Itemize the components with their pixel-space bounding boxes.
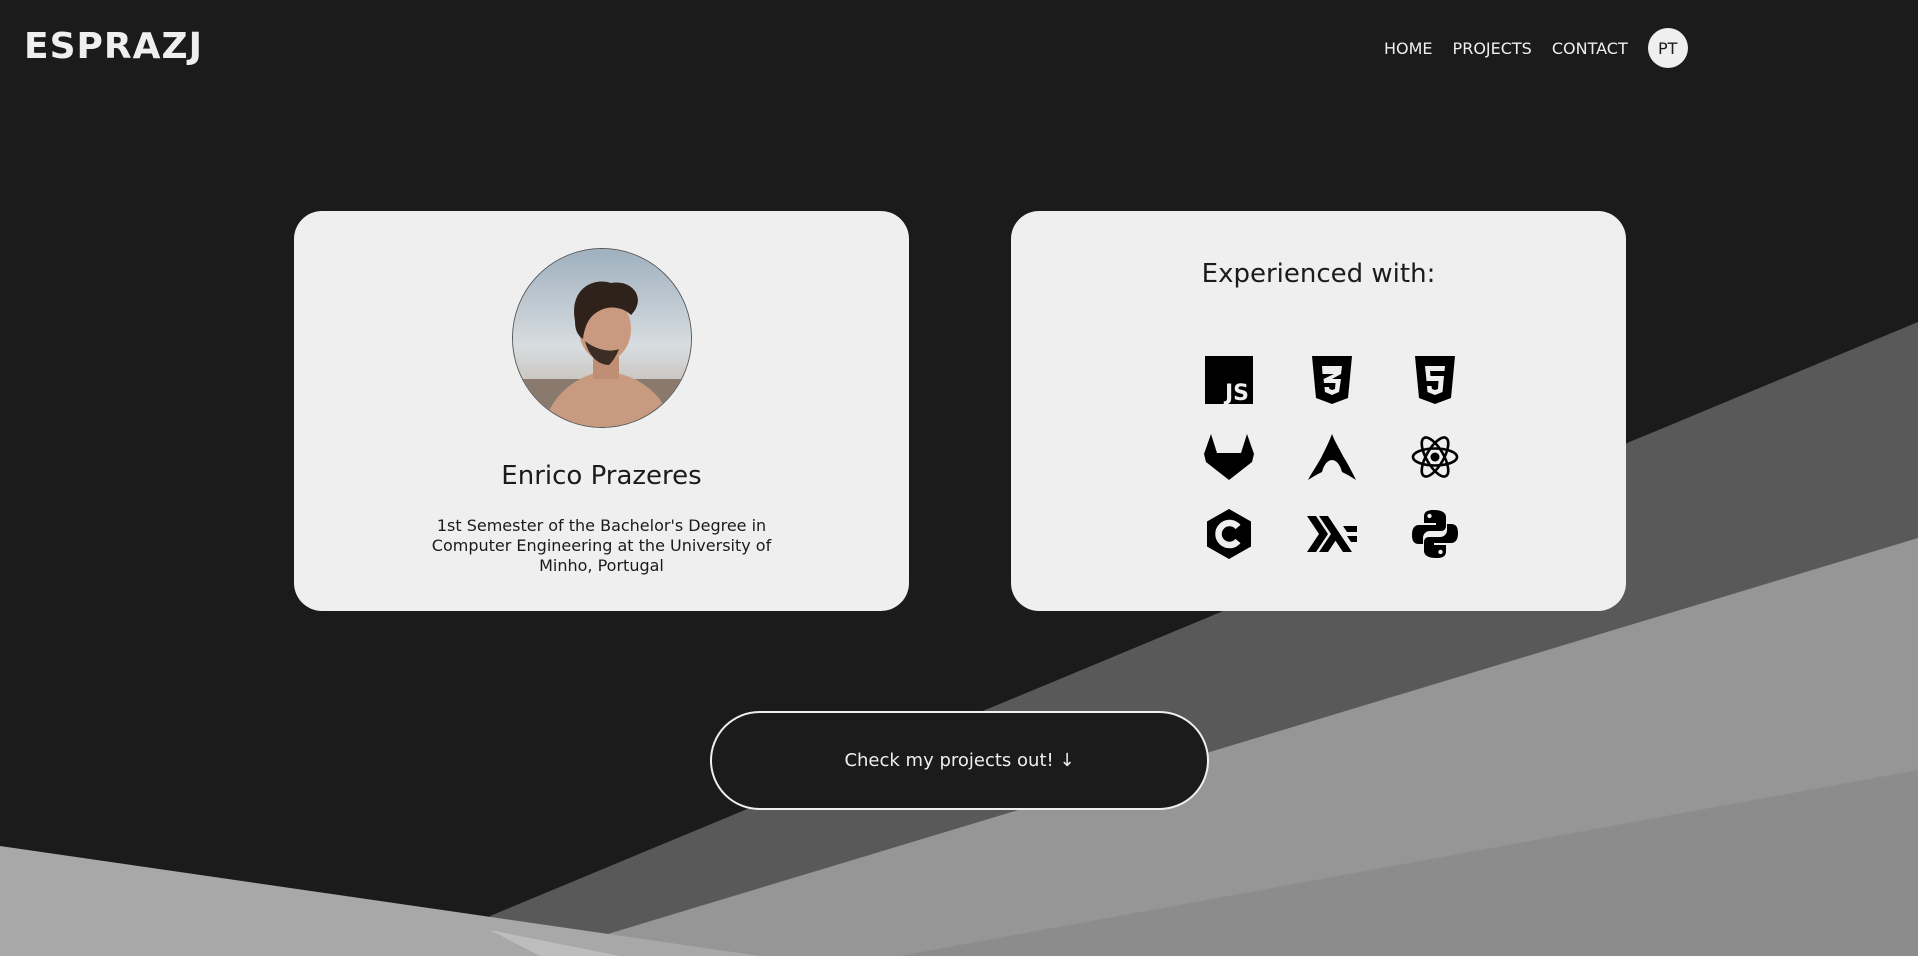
skills-card: Experienced with: JS <box>1011 211 1626 611</box>
site-logo[interactable]: ESPRAZJ <box>24 26 203 67</box>
language-toggle-button[interactable]: PT <box>1647 28 1688 68</box>
javascript-icon: JS <box>1177 341 1280 418</box>
c-language-icon <box>1177 495 1280 572</box>
check-projects-button[interactable]: Check my projects out! ↓ <box>710 711 1209 810</box>
profile-name: Enrico Prazeres <box>501 461 702 491</box>
skills-title: Experienced with: <box>1201 259 1436 289</box>
background-shapes <box>0 322 1918 956</box>
python-icon <box>1383 495 1486 572</box>
profile-description: 1st Semester of the Bachelor's Degree in… <box>431 516 772 575</box>
css3-icon <box>1280 341 1383 418</box>
main-nav: HOME PROJECTS CONTACT PT <box>1384 28 1688 68</box>
nav-link-projects[interactable]: PROJECTS <box>1453 39 1532 58</box>
skills-icon-grid: JS <box>1177 341 1486 572</box>
nav-link-contact[interactable]: CONTACT <box>1552 39 1628 58</box>
react-icon <box>1383 418 1486 495</box>
nav-link-home[interactable]: HOME <box>1384 39 1433 58</box>
arch-linux-icon <box>1280 418 1383 495</box>
haskell-icon <box>1280 495 1383 572</box>
site-header: ESPRAZJ HOME PROJECTS CONTACT PT <box>0 0 1918 96</box>
avatar <box>512 248 692 428</box>
svg-text:JS: JS <box>1222 381 1248 404</box>
gitlab-icon <box>1177 418 1280 495</box>
html5-icon <box>1383 341 1486 418</box>
profile-card: Enrico Prazeres 1st Semester of the Bach… <box>294 211 909 611</box>
